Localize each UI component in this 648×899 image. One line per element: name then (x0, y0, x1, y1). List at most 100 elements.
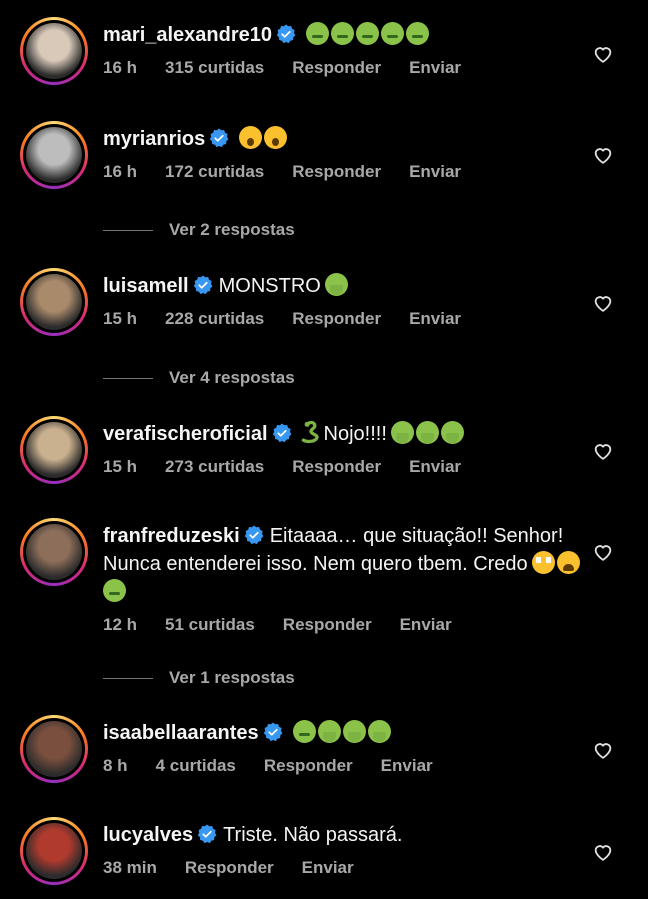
timestamp: 15 h (103, 309, 138, 328)
nauseated-face-icon (381, 22, 405, 45)
comment-text: luisamell MONSTRO (103, 272, 590, 300)
heart-outline-icon[interactable] (592, 541, 614, 563)
vomiting-face-icon (324, 273, 348, 296)
username[interactable]: lucyalves (103, 824, 193, 846)
comment-body: Triste. Não passará. (223, 824, 403, 846)
verified-badge-icon (193, 275, 213, 295)
send-button[interactable]: Enviar (400, 615, 452, 635)
like-count[interactable]: 315 curtidas (165, 58, 264, 78)
username[interactable]: luisamell (103, 275, 189, 297)
reply-button[interactable]: Responder (292, 162, 381, 182)
vomiting-face-icon (367, 720, 391, 743)
verified-badge-icon (272, 423, 292, 443)
timestamp: 15 h (103, 457, 138, 476)
comment-text: franfreduzeski Eitaaaa… que situação!! Se… (103, 522, 590, 606)
username[interactable]: mari_alexandre10 (103, 24, 272, 46)
avatar[interactable] (20, 817, 88, 885)
timestamp: 16 h (103, 162, 138, 181)
nauseated-face-icon (292, 720, 316, 743)
verified-badge-icon (197, 824, 217, 844)
nauseated-face-icon (306, 22, 330, 45)
send-button[interactable]: Enviar (409, 309, 461, 329)
avatar[interactable] (20, 715, 88, 783)
replies-divider (103, 377, 153, 379)
heart-outline-icon[interactable] (592, 43, 614, 65)
comment-actions: 12 h 51 curtidas Responder Enviar (103, 615, 590, 635)
like-count[interactable]: 172 curtidas (165, 162, 264, 182)
verified-badge-icon (209, 128, 229, 148)
username[interactable]: verafischeroficial (103, 423, 268, 445)
avatar[interactable] (20, 17, 88, 85)
verified-badge-icon (276, 24, 296, 44)
like-count[interactable]: 51 curtidas (165, 615, 255, 635)
comment-actions: 38 min Responder Enviar (103, 858, 590, 878)
comment-actions: 15 h 273 curtidas Responder Enviar (103, 457, 590, 477)
view-replies-button[interactable]: Ver 1 respostas (103, 668, 295, 688)
comment-text: myrianrios (103, 125, 590, 153)
comment-actions: 8 h 4 curtidas Responder Enviar (103, 756, 590, 776)
nauseated-face-icon (331, 22, 355, 45)
replies-divider (103, 229, 153, 231)
comment-body: MONSTRO (218, 275, 321, 297)
view-replies-label: Ver 4 respostas (169, 368, 295, 387)
like-count[interactable]: 228 curtidas (165, 309, 264, 329)
nauseated-face-icon (356, 22, 380, 45)
view-replies-button[interactable]: Ver 2 respostas (103, 220, 295, 240)
nauseated-face-icon (406, 22, 430, 45)
comment-body: Nojo!!!! (323, 423, 387, 445)
username[interactable]: franfreduzeski (103, 525, 240, 547)
like-count[interactable]: 4 curtidas (156, 756, 236, 776)
comment-text: verafischeroficial Nojo!!!! (103, 420, 590, 448)
snake-icon (298, 420, 322, 444)
username[interactable]: isaabellaarantes (103, 722, 259, 744)
flushed-face-icon (531, 551, 555, 574)
timestamp: 12 h (103, 615, 138, 634)
comment-text: lucyalves Triste. Não passará. (103, 821, 590, 849)
username[interactable]: myrianrios (103, 128, 205, 150)
send-button[interactable]: Enviar (302, 858, 354, 878)
reply-button[interactable]: Responder (292, 309, 381, 329)
heart-outline-icon[interactable] (592, 440, 614, 462)
like-count[interactable]: 273 curtidas (165, 457, 264, 477)
comment-text: mari_alexandre10 (103, 21, 590, 49)
reply-button[interactable]: Responder (283, 615, 372, 635)
send-button[interactable]: Enviar (409, 162, 461, 182)
replies-divider (103, 677, 153, 679)
astonished-face-icon (239, 126, 263, 149)
reply-button[interactable]: Responder (264, 756, 353, 776)
vomiting-face-icon (342, 720, 366, 743)
comments-list: mari_alexandre10 16 h 315 curtidas Responde… (0, 0, 648, 899)
view-replies-label: Ver 2 respostas (169, 220, 295, 239)
avatar[interactable] (20, 518, 88, 586)
vomiting-face-icon (317, 720, 341, 743)
weary-face-icon (556, 551, 580, 574)
vomiting-face-icon (390, 421, 414, 444)
reply-button[interactable]: Responder (292, 457, 381, 477)
timestamp: 8 h (103, 756, 128, 775)
vomiting-face-icon (440, 421, 464, 444)
avatar[interactable] (20, 416, 88, 484)
comment-text: isaabellaarantes (103, 719, 590, 747)
avatar[interactable] (20, 268, 88, 336)
heart-outline-icon[interactable] (592, 144, 614, 166)
comment-actions: 16 h 315 curtidas Responder Enviar (103, 58, 590, 78)
comment-actions: 16 h 172 curtidas Responder Enviar (103, 162, 590, 182)
send-button[interactable]: Enviar (381, 756, 433, 776)
nauseated-face-icon (103, 579, 126, 602)
heart-outline-icon[interactable] (592, 739, 614, 761)
timestamp: 38 min (103, 858, 157, 877)
reply-button[interactable]: Responder (185, 858, 274, 878)
verified-badge-icon (263, 722, 283, 742)
timestamp: 16 h (103, 58, 138, 77)
heart-outline-icon[interactable] (592, 292, 614, 314)
view-replies-label: Ver 1 respostas (169, 668, 295, 687)
reply-button[interactable]: Responder (292, 58, 381, 78)
send-button[interactable]: Enviar (409, 457, 461, 477)
view-replies-button[interactable]: Ver 4 respostas (103, 368, 295, 388)
avatar[interactable] (20, 121, 88, 189)
heart-outline-icon[interactable] (592, 841, 614, 863)
send-button[interactable]: Enviar (409, 58, 461, 78)
vomiting-face-icon (415, 421, 439, 444)
astonished-face-icon (264, 126, 288, 149)
verified-badge-icon (244, 525, 264, 545)
